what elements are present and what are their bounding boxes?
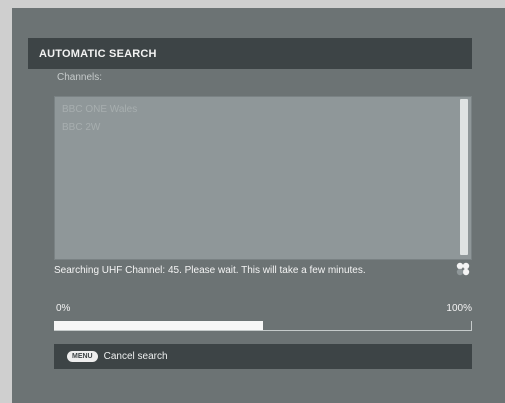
cancel-search-label[interactable]: Cancel search xyxy=(104,351,168,362)
channels-label: Channels: xyxy=(57,72,103,83)
progress-start-label: 0% xyxy=(56,303,71,314)
scrollbar[interactable] xyxy=(460,99,468,255)
channel-list[interactable]: BBC ONE Wales BBC 2W xyxy=(54,96,472,260)
list-item[interactable]: BBC 2W xyxy=(62,122,100,133)
search-status-text: Searching UHF Channel: 45. Please wait. … xyxy=(54,265,366,276)
dialog-title: AUTOMATIC SEARCH xyxy=(39,47,157,60)
list-item[interactable]: BBC ONE Wales xyxy=(62,104,137,115)
dialog-title-bar: AUTOMATIC SEARCH xyxy=(28,38,472,69)
progress-end-label: 100% xyxy=(446,303,472,314)
progress-fill xyxy=(54,321,263,330)
progress-bar xyxy=(54,321,472,331)
menu-key-icon[interactable]: MENU xyxy=(67,351,98,362)
spinner-icon xyxy=(456,262,470,276)
footer-bar: MENU Cancel search xyxy=(54,344,472,369)
